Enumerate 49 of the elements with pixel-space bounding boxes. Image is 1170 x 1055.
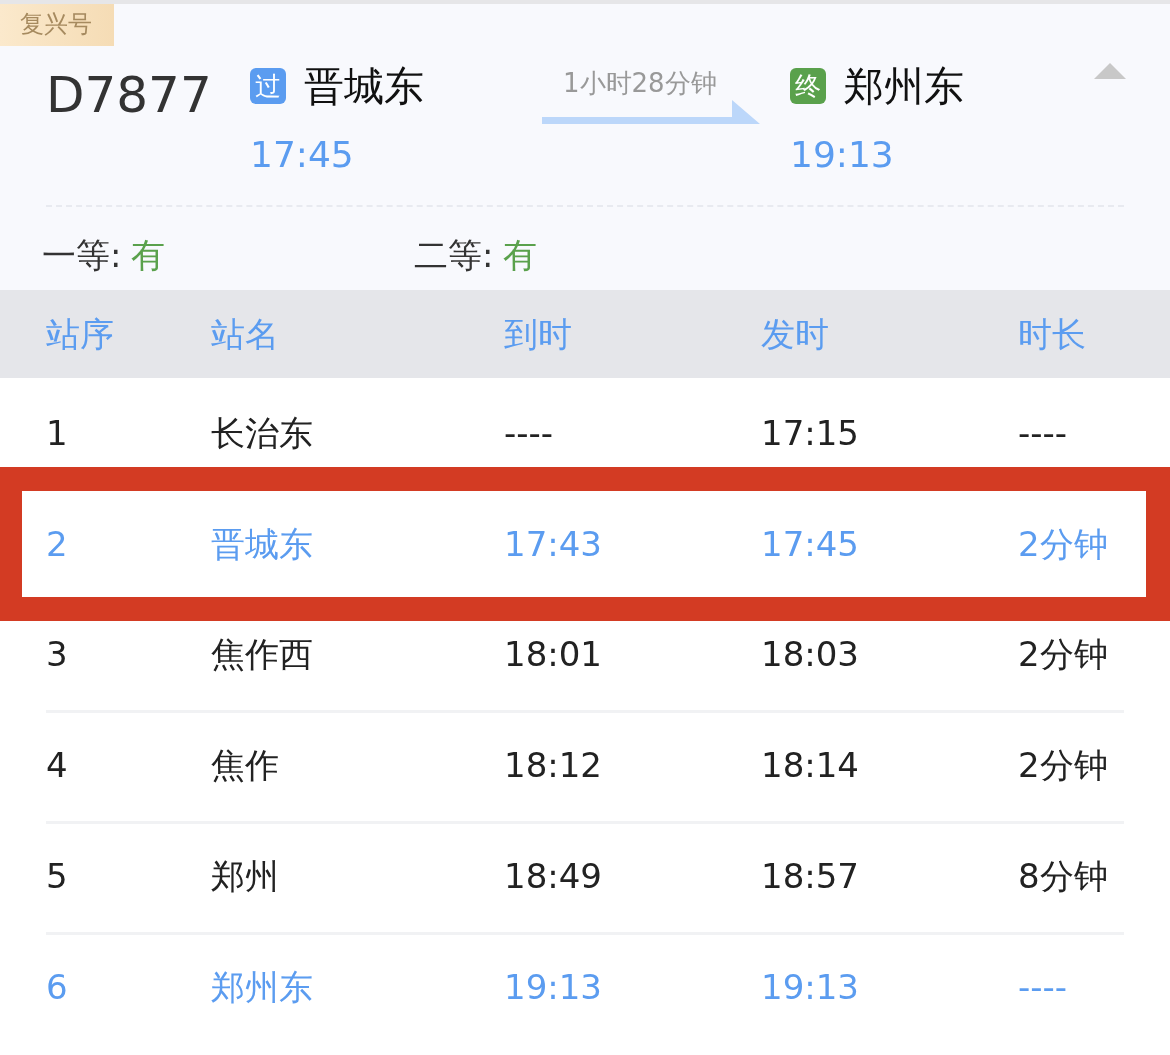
table-cell-text: 17:45 — [761, 522, 860, 566]
to-badge: 终 — [790, 68, 826, 104]
table-cell-text: 2 — [46, 522, 69, 566]
table-cell-text: 17:15 — [761, 412, 860, 455]
station-name: 郑州东 — [844, 62, 964, 111]
table-cell-text: 郑州 — [211, 855, 280, 898]
station-time: 19:13 — [790, 133, 895, 177]
table-cell-text: 17:43 — [504, 522, 603, 566]
table-cell-text: 18:12 — [504, 744, 603, 787]
station-name: 晋城东 — [304, 62, 424, 111]
station-time: 17:45 — [250, 133, 355, 177]
table-cell-text: 2分钟 — [1018, 522, 1109, 566]
table-cell-text: 5 — [46, 855, 69, 898]
table-cell-text: 18:49 — [504, 855, 603, 898]
table-cell-text: 晋城东 — [211, 522, 314, 566]
table-cell-text: 焦作 — [211, 744, 280, 787]
table-cell-text: ---- — [1018, 412, 1069, 455]
table-cell-text: 2分钟 — [1018, 633, 1109, 676]
table-cell-text: 18:57 — [761, 855, 860, 898]
table-cell-text: 1 — [46, 412, 69, 455]
table-cell-text: 18:03 — [761, 633, 860, 676]
column-header: 到时 — [504, 312, 573, 356]
table-cell-text: 4 — [46, 744, 69, 787]
table-cell-text: 焦作西 — [211, 633, 314, 676]
seat-class-label: 一等: — [42, 235, 122, 275]
table-cell-text: 郑州东 — [211, 966, 314, 1009]
train-type-tag: 复兴号 — [0, 4, 114, 46]
column-header: 站序 — [46, 312, 115, 356]
column-header: 发时 — [761, 312, 830, 356]
seat-availability: 有 — [503, 235, 538, 275]
column-header: 站名 — [211, 312, 280, 356]
seat-class-label: 二等: — [414, 235, 494, 275]
from-badge: 过 — [250, 68, 286, 104]
table-cell-text: 19:13 — [504, 966, 603, 1009]
table-cell-text: 6 — [46, 966, 69, 1009]
seat-availability: 有 — [131, 235, 166, 275]
table-cell-text: 3 — [46, 633, 69, 676]
table-cell-text: 8分钟 — [1018, 855, 1109, 898]
column-header: 时长 — [1018, 312, 1087, 356]
table-cell-text: 19:13 — [761, 966, 860, 1009]
table-cell-text: ---- — [1018, 966, 1069, 1009]
train-number: D7877 — [46, 65, 212, 126]
table-cell-text: 18:01 — [504, 633, 603, 676]
duration-text: 1小时28分钟 — [563, 67, 717, 100]
table-cell-text: 18:14 — [761, 744, 860, 787]
collapse-caret-icon[interactable] — [1094, 63, 1126, 79]
table-cell-text: ---- — [504, 412, 555, 455]
table-cell-text: 长治东 — [211, 412, 314, 455]
table-cell-text: 2分钟 — [1018, 744, 1109, 787]
